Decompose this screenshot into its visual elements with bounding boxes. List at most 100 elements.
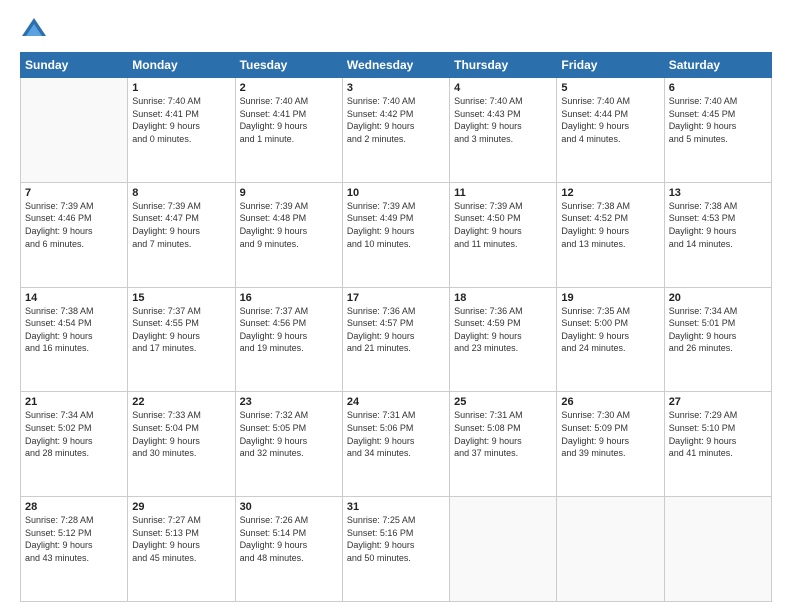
day-info: Sunrise: 7:30 AM Sunset: 5:09 PM Dayligh… xyxy=(561,409,659,459)
day-info: Sunrise: 7:39 AM Sunset: 4:50 PM Dayligh… xyxy=(454,200,552,250)
calendar: SundayMondayTuesdayWednesdayThursdayFrid… xyxy=(20,52,772,602)
day-info: Sunrise: 7:31 AM Sunset: 5:06 PM Dayligh… xyxy=(347,409,445,459)
day-number: 25 xyxy=(454,396,552,408)
day-number: 18 xyxy=(454,292,552,304)
day-info: Sunrise: 7:36 AM Sunset: 4:59 PM Dayligh… xyxy=(454,305,552,355)
calendar-cell: 6Sunrise: 7:40 AM Sunset: 4:45 PM Daylig… xyxy=(664,78,771,183)
calendar-cell: 4Sunrise: 7:40 AM Sunset: 4:43 PM Daylig… xyxy=(450,78,557,183)
calendar-cell: 26Sunrise: 7:30 AM Sunset: 5:09 PM Dayli… xyxy=(557,392,664,497)
calendar-header: SundayMondayTuesdayWednesdayThursdayFrid… xyxy=(21,53,772,78)
day-info: Sunrise: 7:25 AM Sunset: 5:16 PM Dayligh… xyxy=(347,514,445,564)
day-info: Sunrise: 7:31 AM Sunset: 5:08 PM Dayligh… xyxy=(454,409,552,459)
logo xyxy=(20,16,52,44)
calendar-cell: 20Sunrise: 7:34 AM Sunset: 5:01 PM Dayli… xyxy=(664,287,771,392)
logo-icon xyxy=(20,16,48,44)
week-row-3: 21Sunrise: 7:34 AM Sunset: 5:02 PM Dayli… xyxy=(21,392,772,497)
day-number: 14 xyxy=(25,292,123,304)
calendar-cell: 18Sunrise: 7:36 AM Sunset: 4:59 PM Dayli… xyxy=(450,287,557,392)
day-info: Sunrise: 7:34 AM Sunset: 5:01 PM Dayligh… xyxy=(669,305,767,355)
day-number: 28 xyxy=(25,501,123,513)
calendar-cell: 12Sunrise: 7:38 AM Sunset: 4:52 PM Dayli… xyxy=(557,182,664,287)
calendar-cell: 17Sunrise: 7:36 AM Sunset: 4:57 PM Dayli… xyxy=(342,287,449,392)
calendar-cell: 21Sunrise: 7:34 AM Sunset: 5:02 PM Dayli… xyxy=(21,392,128,497)
header-day-wednesday: Wednesday xyxy=(342,53,449,78)
day-info: Sunrise: 7:38 AM Sunset: 4:54 PM Dayligh… xyxy=(25,305,123,355)
calendar-cell: 22Sunrise: 7:33 AM Sunset: 5:04 PM Dayli… xyxy=(128,392,235,497)
day-info: Sunrise: 7:40 AM Sunset: 4:41 PM Dayligh… xyxy=(240,95,338,145)
calendar-cell: 5Sunrise: 7:40 AM Sunset: 4:44 PM Daylig… xyxy=(557,78,664,183)
calendar-cell: 1Sunrise: 7:40 AM Sunset: 4:41 PM Daylig… xyxy=(128,78,235,183)
calendar-cell: 30Sunrise: 7:26 AM Sunset: 5:14 PM Dayli… xyxy=(235,497,342,602)
day-info: Sunrise: 7:40 AM Sunset: 4:44 PM Dayligh… xyxy=(561,95,659,145)
header-day-monday: Monday xyxy=(128,53,235,78)
day-number: 24 xyxy=(347,396,445,408)
day-number: 4 xyxy=(454,82,552,94)
calendar-cell: 7Sunrise: 7:39 AM Sunset: 4:46 PM Daylig… xyxy=(21,182,128,287)
calendar-cell: 3Sunrise: 7:40 AM Sunset: 4:42 PM Daylig… xyxy=(342,78,449,183)
day-number: 8 xyxy=(132,187,230,199)
header-day-saturday: Saturday xyxy=(664,53,771,78)
day-number: 7 xyxy=(25,187,123,199)
day-info: Sunrise: 7:26 AM Sunset: 5:14 PM Dayligh… xyxy=(240,514,338,564)
calendar-cell: 8Sunrise: 7:39 AM Sunset: 4:47 PM Daylig… xyxy=(128,182,235,287)
day-number: 20 xyxy=(669,292,767,304)
day-info: Sunrise: 7:39 AM Sunset: 4:47 PM Dayligh… xyxy=(132,200,230,250)
calendar-cell: 27Sunrise: 7:29 AM Sunset: 5:10 PM Dayli… xyxy=(664,392,771,497)
calendar-cell: 29Sunrise: 7:27 AM Sunset: 5:13 PM Dayli… xyxy=(128,497,235,602)
calendar-cell xyxy=(557,497,664,602)
day-number: 13 xyxy=(669,187,767,199)
day-number: 15 xyxy=(132,292,230,304)
page: SundayMondayTuesdayWednesdayThursdayFrid… xyxy=(0,0,792,612)
calendar-cell: 15Sunrise: 7:37 AM Sunset: 4:55 PM Dayli… xyxy=(128,287,235,392)
calendar-cell: 13Sunrise: 7:38 AM Sunset: 4:53 PM Dayli… xyxy=(664,182,771,287)
calendar-cell: 14Sunrise: 7:38 AM Sunset: 4:54 PM Dayli… xyxy=(21,287,128,392)
day-number: 5 xyxy=(561,82,659,94)
day-info: Sunrise: 7:35 AM Sunset: 5:00 PM Dayligh… xyxy=(561,305,659,355)
day-number: 19 xyxy=(561,292,659,304)
day-info: Sunrise: 7:39 AM Sunset: 4:48 PM Dayligh… xyxy=(240,200,338,250)
day-number: 31 xyxy=(347,501,445,513)
day-info: Sunrise: 7:39 AM Sunset: 4:46 PM Dayligh… xyxy=(25,200,123,250)
calendar-cell: 25Sunrise: 7:31 AM Sunset: 5:08 PM Dayli… xyxy=(450,392,557,497)
day-number: 9 xyxy=(240,187,338,199)
day-number: 3 xyxy=(347,82,445,94)
day-info: Sunrise: 7:40 AM Sunset: 4:41 PM Dayligh… xyxy=(132,95,230,145)
calendar-cell xyxy=(664,497,771,602)
day-info: Sunrise: 7:33 AM Sunset: 5:04 PM Dayligh… xyxy=(132,409,230,459)
day-info: Sunrise: 7:34 AM Sunset: 5:02 PM Dayligh… xyxy=(25,409,123,459)
day-info: Sunrise: 7:38 AM Sunset: 4:52 PM Dayligh… xyxy=(561,200,659,250)
week-row-0: 1Sunrise: 7:40 AM Sunset: 4:41 PM Daylig… xyxy=(21,78,772,183)
calendar-cell: 28Sunrise: 7:28 AM Sunset: 5:12 PM Dayli… xyxy=(21,497,128,602)
header xyxy=(20,16,772,44)
calendar-cell: 16Sunrise: 7:37 AM Sunset: 4:56 PM Dayli… xyxy=(235,287,342,392)
calendar-cell: 19Sunrise: 7:35 AM Sunset: 5:00 PM Dayli… xyxy=(557,287,664,392)
day-info: Sunrise: 7:37 AM Sunset: 4:56 PM Dayligh… xyxy=(240,305,338,355)
day-number: 23 xyxy=(240,396,338,408)
header-row: SundayMondayTuesdayWednesdayThursdayFrid… xyxy=(21,53,772,78)
calendar-cell xyxy=(21,78,128,183)
day-info: Sunrise: 7:40 AM Sunset: 4:42 PM Dayligh… xyxy=(347,95,445,145)
week-row-1: 7Sunrise: 7:39 AM Sunset: 4:46 PM Daylig… xyxy=(21,182,772,287)
day-info: Sunrise: 7:29 AM Sunset: 5:10 PM Dayligh… xyxy=(669,409,767,459)
calendar-body: 1Sunrise: 7:40 AM Sunset: 4:41 PM Daylig… xyxy=(21,78,772,602)
day-number: 29 xyxy=(132,501,230,513)
header-day-friday: Friday xyxy=(557,53,664,78)
day-info: Sunrise: 7:32 AM Sunset: 5:05 PM Dayligh… xyxy=(240,409,338,459)
calendar-cell xyxy=(450,497,557,602)
day-info: Sunrise: 7:40 AM Sunset: 4:45 PM Dayligh… xyxy=(669,95,767,145)
calendar-cell: 9Sunrise: 7:39 AM Sunset: 4:48 PM Daylig… xyxy=(235,182,342,287)
day-info: Sunrise: 7:40 AM Sunset: 4:43 PM Dayligh… xyxy=(454,95,552,145)
calendar-cell: 11Sunrise: 7:39 AM Sunset: 4:50 PM Dayli… xyxy=(450,182,557,287)
calendar-cell: 24Sunrise: 7:31 AM Sunset: 5:06 PM Dayli… xyxy=(342,392,449,497)
day-number: 6 xyxy=(669,82,767,94)
day-number: 26 xyxy=(561,396,659,408)
calendar-cell: 23Sunrise: 7:32 AM Sunset: 5:05 PM Dayli… xyxy=(235,392,342,497)
day-number: 22 xyxy=(132,396,230,408)
calendar-cell: 10Sunrise: 7:39 AM Sunset: 4:49 PM Dayli… xyxy=(342,182,449,287)
calendar-cell: 2Sunrise: 7:40 AM Sunset: 4:41 PM Daylig… xyxy=(235,78,342,183)
day-info: Sunrise: 7:39 AM Sunset: 4:49 PM Dayligh… xyxy=(347,200,445,250)
header-day-tuesday: Tuesday xyxy=(235,53,342,78)
day-number: 12 xyxy=(561,187,659,199)
day-info: Sunrise: 7:37 AM Sunset: 4:55 PM Dayligh… xyxy=(132,305,230,355)
header-day-thursday: Thursday xyxy=(450,53,557,78)
